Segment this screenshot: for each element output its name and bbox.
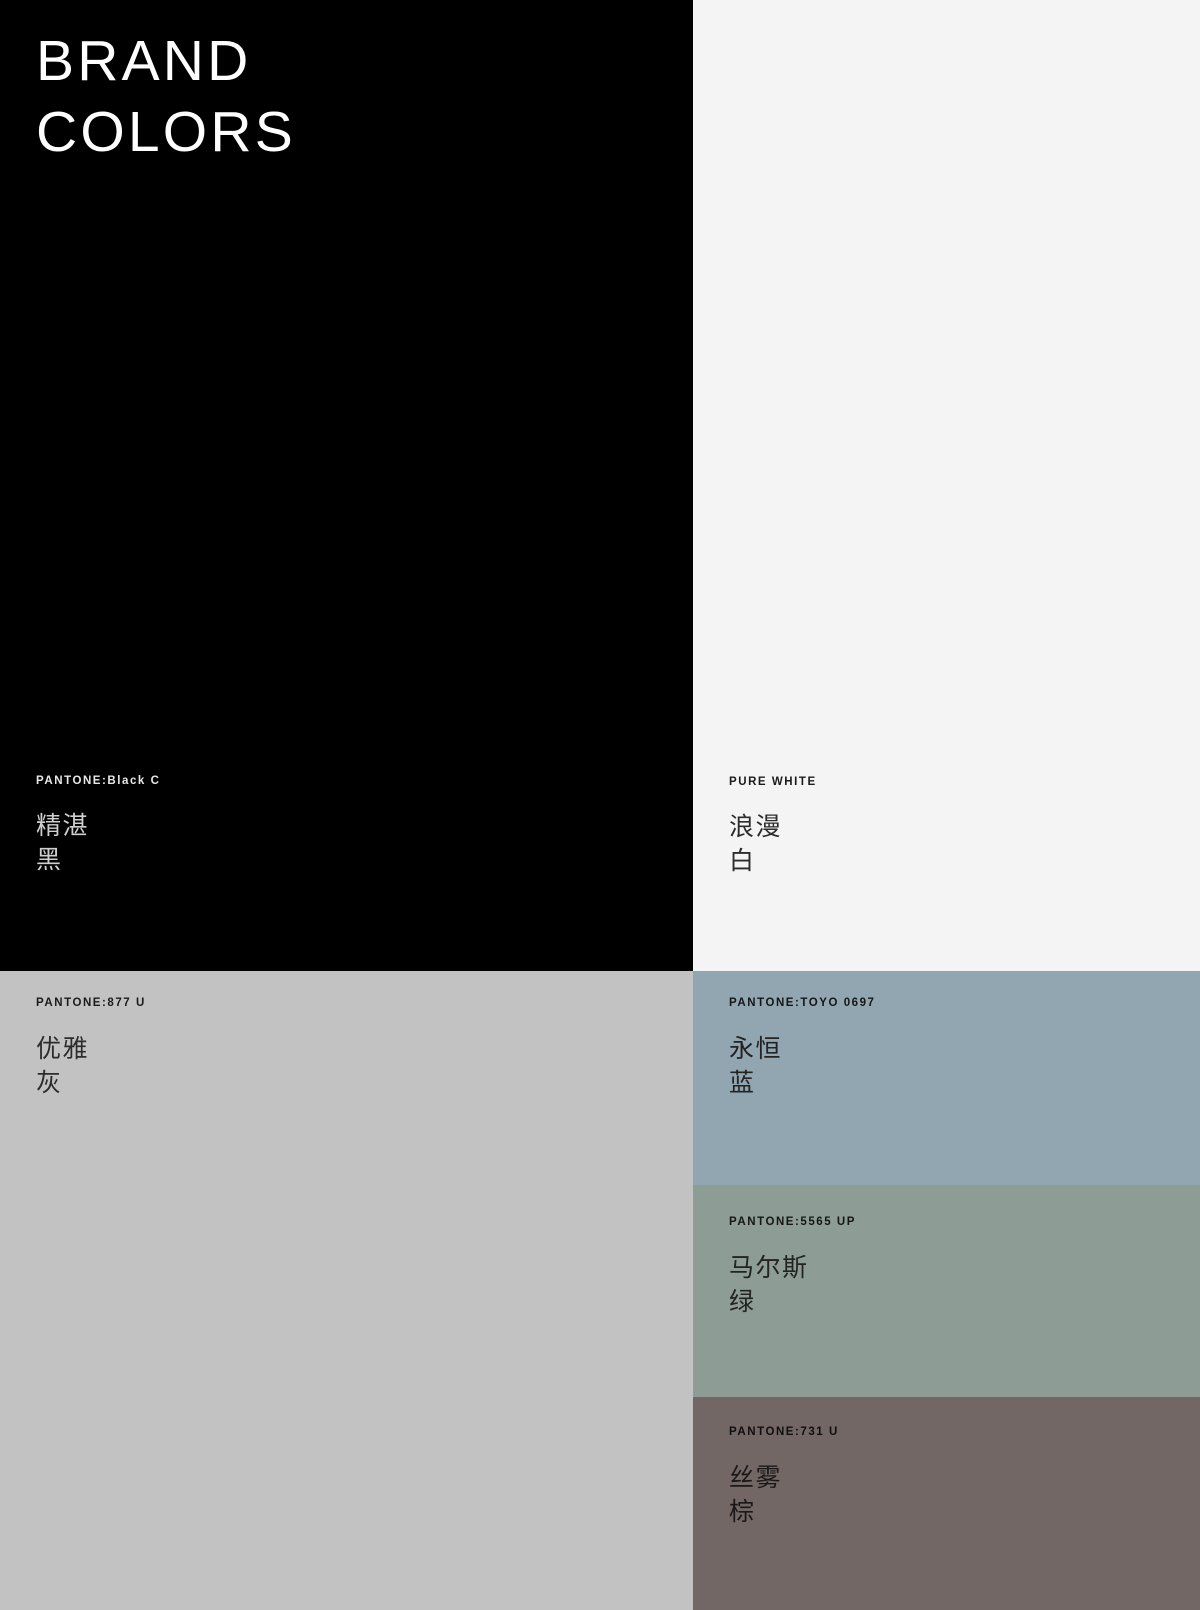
color-name-cn-black-line1: 精湛 (36, 812, 90, 840)
swatch-label-white: PURE WHITE 浪漫 白 (729, 775, 817, 879)
pantone-code-gray: PANTONE:877 U (36, 997, 146, 1009)
color-name-cn-brown-line2: 棕 (729, 1497, 756, 1526)
brand-color-board: BRAND COLORS PANTONE:Black C 精湛 黑 PANTON… (0, 0, 1200, 1610)
swatch-label-green: PANTONE:5565 UP 马尔斯 绿 (729, 1216, 856, 1319)
color-swatch-gray[interactable]: PANTONE:877 U 优雅 灰 (0, 971, 693, 1610)
color-swatch-green[interactable]: PANTONE:5565 UP 马尔斯 绿 (693, 1185, 1200, 1397)
color-name-cn-green-line1: 马尔斯 (729, 1253, 809, 1282)
swatch-label-blue: PANTONE:TOYO 0697 永恒 蓝 (729, 997, 876, 1100)
pantone-code-black: PANTONE:Black C (36, 774, 161, 787)
color-name-cn-green-line2: 绿 (729, 1287, 756, 1316)
pantone-code-white: PURE WHITE (729, 775, 817, 788)
color-name-cn-blue-line2: 蓝 (729, 1068, 756, 1097)
page-title: BRAND COLORS (36, 29, 296, 165)
swatch-label-black: PANTONE:Black C 精湛 黑 (36, 774, 161, 878)
color-name-cn-white-line1: 浪漫 (729, 813, 783, 841)
pantone-code-blue: PANTONE:TOYO 0697 (729, 997, 876, 1009)
color-name-cn-gray-line2: 灰 (36, 1068, 63, 1097)
color-name-cn-gray-line1: 优雅 (36, 1034, 90, 1063)
color-name-cn-black-line2: 黑 (36, 846, 63, 874)
color-name-cn-white-line2: 白 (729, 847, 756, 875)
swatch-label-gray: PANTONE:877 U 优雅 灰 (36, 997, 146, 1100)
pantone-code-green: PANTONE:5565 UP (729, 1216, 856, 1228)
pantone-code-brown: PANTONE:731 U (729, 1426, 839, 1438)
swatch-label-brown: PANTONE:731 U 丝雾 棕 (729, 1426, 839, 1529)
color-name-cn-brown-line1: 丝雾 (729, 1463, 783, 1492)
color-swatch-blue[interactable]: PANTONE:TOYO 0697 永恒 蓝 (693, 971, 1200, 1185)
color-swatch-black[interactable]: BRAND COLORS PANTONE:Black C 精湛 黑 (0, 0, 693, 971)
color-swatch-brown[interactable]: PANTONE:731 U 丝雾 棕 (693, 1397, 1200, 1610)
color-swatch-white[interactable]: PURE WHITE 浪漫 白 (693, 0, 1200, 971)
color-name-cn-blue-line1: 永恒 (729, 1034, 783, 1063)
